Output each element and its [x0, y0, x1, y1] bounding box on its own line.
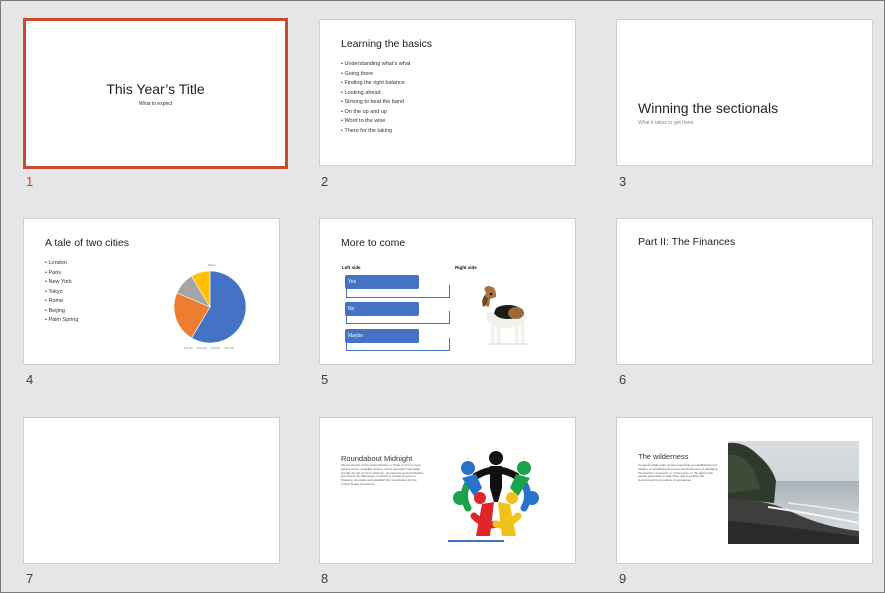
- bullet-list: Understanding what’s what Going there Fi…: [341, 60, 410, 136]
- slide-title: Winning the sectionals: [638, 100, 779, 116]
- slide-thumbnail-8[interactable]: Roundabout Midnight We the People of the…: [319, 417, 576, 564]
- bullet-item: Going there: [341, 70, 410, 80]
- dog-image: [482, 286, 532, 345]
- list-box-maybe: Maybe: [345, 329, 419, 343]
- slide-number-6: 6: [619, 372, 627, 387]
- slide-number-2: 2: [321, 174, 329, 189]
- legend-entry: 4th Qtr: [224, 346, 234, 350]
- slide-title: Learning the basics: [341, 38, 433, 50]
- slide-title: Part II: The Finances: [638, 236, 736, 248]
- bullet-item: Looking ahead: [341, 89, 410, 99]
- bullet-item: Palm Spring: [45, 316, 78, 326]
- slide-body-text: We the People of the United States, in O…: [341, 463, 425, 486]
- bullet-item: Understanding what’s what: [341, 60, 410, 70]
- slide-title: The wilderness: [638, 452, 689, 461]
- slide-thumbnail-6[interactable]: Part II: The Finances: [616, 218, 873, 365]
- slide-title: Roundabout Midnight: [341, 454, 413, 463]
- legend-entry: 1st Qtr: [184, 346, 194, 350]
- slide-number-1: 1: [26, 174, 34, 189]
- list-box-no: No: [345, 302, 419, 316]
- slide-number-4: 4: [26, 372, 34, 387]
- slide-number-5: 5: [321, 372, 329, 387]
- bullet-item: Paris: [45, 269, 78, 279]
- bullet-item: New York: [45, 278, 78, 288]
- bullet-item: On the up and up: [341, 108, 410, 118]
- bullet-item: Tokyo: [45, 288, 78, 298]
- slide-number-7: 7: [26, 571, 34, 586]
- bullet-list: London Paris New York Tokyo Rome Beijing…: [45, 259, 78, 326]
- slide-thumbnail-3[interactable]: Winning the sectionals What it takes to …: [616, 19, 873, 166]
- slide-thumbnail-1[interactable]: This Year’s Title What to expect: [23, 18, 288, 169]
- people-circle-image: [448, 451, 539, 542]
- slide-number-8: 8: [321, 571, 329, 586]
- slide-number-3: 3: [619, 174, 627, 189]
- landscape-photo: [728, 441, 859, 544]
- bullet-item: Word to the wise: [341, 117, 410, 127]
- left-side-label: Left side: [342, 265, 361, 270]
- bullet-item: Beijing: [45, 307, 78, 317]
- bullet-item: Rome: [45, 297, 78, 307]
- legend-entry: 2nd Qtr: [197, 346, 208, 350]
- slide-sorter-view: This Year’s Title What to expect 1 Learn…: [0, 0, 885, 593]
- slide-title: This Year’s Title: [106, 81, 205, 97]
- slide-title: A tale of two cities: [45, 237, 130, 249]
- legend-entry: 3rd Qtr: [211, 346, 221, 350]
- slide-subtitle: What it takes to get there: [638, 120, 694, 126]
- bullet-item: There for the taking: [341, 127, 410, 137]
- right-side-label: Right side: [455, 265, 477, 270]
- slide-number-9: 9: [619, 571, 627, 586]
- slide-thumbnail-4[interactable]: A tale of two cities London Paris New Yo…: [23, 218, 280, 365]
- bullet-item: Striving to beat the band: [341, 98, 410, 108]
- chart-legend: 1st Qtr 2nd Qtr 3rd Qtr 4th Qtr: [184, 346, 234, 350]
- slide-thumbnail-5[interactable]: More to come Left side Right side Yes No…: [319, 218, 576, 365]
- slide-body-text: Congress shall make no law respecting an…: [638, 463, 718, 483]
- pie-chart: [173, 270, 247, 344]
- slide-thumbnail-9[interactable]: The wilderness Congress shall make no la…: [616, 417, 873, 564]
- slide-title: More to come: [341, 237, 406, 249]
- slide-subtitle: What to expect: [138, 101, 173, 107]
- list-box-yes: Yes: [345, 275, 419, 289]
- bullet-item: London: [45, 259, 78, 269]
- slide-thumbnail-7[interactable]: [23, 417, 280, 564]
- bullet-item: Finding the right balance: [341, 79, 410, 89]
- slide-thumbnail-2[interactable]: Learning the basics Understanding what’s…: [319, 19, 576, 166]
- chart-title: Sales: [208, 263, 216, 267]
